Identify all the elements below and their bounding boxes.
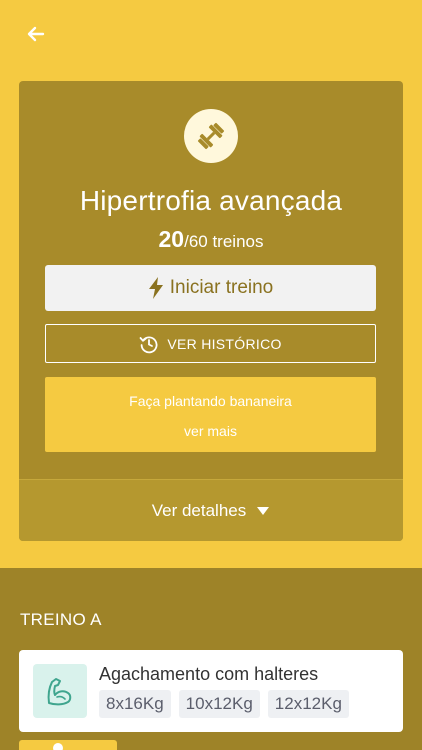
view-history-button[interactable]: VER HISTÓRICO (45, 324, 376, 363)
start-workout-button[interactable]: Iniciar treino (45, 265, 376, 311)
exercise-icon-badge (33, 664, 87, 718)
start-workout-label: Iniciar treino (169, 277, 274, 298)
workout-section: TREINO A Agachamento com halteres 8x16Kg… (0, 568, 422, 750)
total-count: /60 treinos (184, 232, 264, 251)
arrow-left-icon (27, 26, 45, 42)
top-bar (0, 0, 422, 70)
see-more-link[interactable]: ver mais (45, 423, 376, 439)
dumbbell-icon (197, 122, 225, 150)
next-item-peek (19, 740, 117, 750)
set-tag: 10x12Kg (178, 690, 260, 718)
back-button[interactable] (24, 22, 48, 46)
flexed-arm-icon (47, 678, 72, 706)
peek-icon (53, 743, 63, 750)
view-details-toggle[interactable]: Ver detalhes (19, 479, 403, 541)
set-tag: 8x16Kg (99, 690, 171, 718)
program-icon-badge (184, 109, 238, 163)
caret-down-icon (257, 506, 270, 515)
history-clock-icon (139, 335, 158, 353)
tip-text: Faça plantando bananeira (129, 393, 292, 409)
program-title: Hipertrofia avançada (79, 185, 343, 216)
view-details-label: Ver detalhes (151, 500, 247, 520)
tip-box: Faça plantando bananeira ver mais (45, 377, 376, 452)
set-tags: 8x16Kg 10x12Kg 12x12Kg (99, 690, 349, 718)
view-history-label: VER HISTÓRICO (167, 335, 282, 352)
lightning-icon (148, 277, 163, 299)
program-card: Hipertrofia avançada 20/60 treinos Inici… (19, 81, 403, 541)
section-title: TREINO A (20, 610, 102, 629)
completed-count: 20 (158, 226, 185, 252)
set-tag: 12x12Kg (267, 690, 349, 718)
exercise-card[interactable]: Agachamento com halteres 8x16Kg 10x12Kg … (19, 650, 403, 732)
workout-progress: 20/60 treinos (19, 226, 403, 253)
exercise-name: Agachamento com halteres (99, 664, 319, 684)
